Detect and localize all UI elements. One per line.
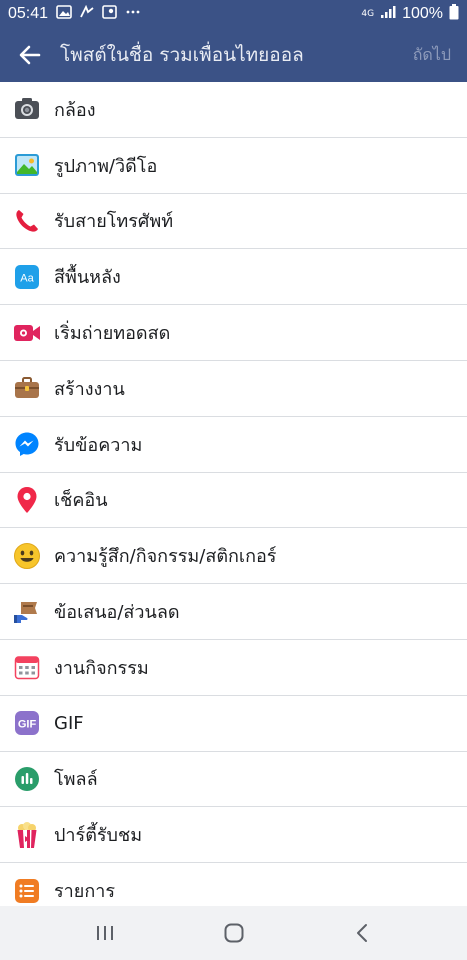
- system-back-button[interactable]: [333, 913, 393, 953]
- list-item-get-messages[interactable]: รับข้อความ: [0, 417, 467, 473]
- list-item-label: GIF: [54, 712, 84, 734]
- list-item-camera[interactable]: กล้อง: [0, 82, 467, 138]
- list-item-label: ข้อเสนอ/ส่วนลด: [54, 602, 180, 624]
- list-item-watch-party[interactable]: ปาร์ตี้รับชม: [0, 807, 467, 864]
- map-notification-icon: [102, 5, 118, 23]
- list-item-label: เช็คอิน: [54, 490, 108, 512]
- background-color-icon: Aa: [0, 264, 54, 290]
- list-item-label: ปาร์ตี้รับชม: [54, 825, 143, 847]
- chevron-left-icon: [356, 924, 367, 942]
- popcorn-icon: [0, 821, 54, 849]
- home-button[interactable]: [204, 913, 264, 953]
- list-item-gif[interactable]: GIF GIF: [0, 696, 467, 752]
- status-time: 05:41: [8, 5, 49, 22]
- network-type-label: 4G: [361, 9, 375, 19]
- calendar-icon: [0, 654, 54, 680]
- list-item-label: กล้อง: [54, 99, 96, 121]
- list-item-poll[interactable]: โพลล์: [0, 752, 467, 808]
- list-item-label: รายการ: [54, 881, 115, 903]
- offer-tag-icon: [0, 599, 54, 625]
- live-video-icon: [0, 322, 54, 344]
- next-button[interactable]: ถัดไป: [413, 43, 467, 68]
- list-item-background-color[interactable]: Aa สีพื้นหลัง: [0, 249, 467, 306]
- list-item-label: โพลล์: [54, 769, 98, 791]
- photo-icon: [0, 153, 54, 177]
- list-icon: [0, 878, 54, 904]
- post-options-list: กล้อง รูปภาพ/วิดีโอ รับสายโทรศัพท์ Aa สี…: [0, 82, 467, 906]
- battery-percent: 100%: [402, 5, 443, 22]
- list-item-label: รูปภาพ/วิดีโอ: [54, 155, 158, 177]
- back-button[interactable]: [0, 28, 60, 82]
- list-item-label: สร้างงาน: [54, 378, 125, 400]
- briefcase-icon: [0, 376, 54, 400]
- list-item-go-live[interactable]: เริ่มถ่ายทอดสด: [0, 305, 467, 361]
- list-item-create-job[interactable]: สร้างงาน: [0, 361, 467, 417]
- app-header: โพสต์ในชื่อ รวมเพื่อนไทยออล ถัดไป: [0, 28, 467, 82]
- poll-icon: [0, 766, 54, 792]
- back-arrow-icon: [19, 45, 41, 65]
- signal-icon: [380, 5, 396, 23]
- svg-text:Aa: Aa: [20, 272, 34, 284]
- phone-icon: [0, 208, 54, 234]
- list-item-label: เริ่มถ่ายทอดสด: [54, 323, 171, 345]
- gallery-notification-icon: [56, 5, 72, 23]
- location-pin-icon: [0, 486, 54, 514]
- list-item-label: งานกิจกรรม: [54, 657, 149, 679]
- recent-apps-button[interactable]: [75, 913, 135, 953]
- list-item-event[interactable]: งานกิจกรรม: [0, 640, 467, 696]
- more-notifications-icon: [125, 5, 141, 23]
- list-item-label: รับข้อความ: [54, 434, 143, 456]
- list-item-label: รับสายโทรศัพท์: [54, 211, 174, 233]
- app-notification-icon: [79, 4, 95, 23]
- gif-icon: GIF: [0, 710, 54, 736]
- list-item-feeling-activity[interactable]: ความรู้สึก/กิจกรรม/สติกเกอร์: [0, 528, 467, 585]
- system-nav-bar: [0, 906, 467, 960]
- list-item-label: ความรู้สึก/กิจกรรม/สติกเกอร์: [54, 546, 277, 568]
- messenger-icon: [0, 431, 54, 457]
- camera-icon: [0, 97, 54, 121]
- page-title: โพสต์ในชื่อ รวมเพื่อนไทยออล: [60, 44, 304, 66]
- battery-icon: [449, 4, 459, 24]
- list-item-list[interactable]: รายการ: [0, 863, 467, 906]
- list-item-photo-video[interactable]: รูปภาพ/วิดีโอ: [0, 138, 467, 194]
- list-item-offer[interactable]: ข้อเสนอ/ส่วนลด: [0, 584, 467, 640]
- recent-apps-icon: [96, 926, 113, 940]
- list-item-phone-call[interactable]: รับสายโทรศัพท์: [0, 194, 467, 250]
- svg-text:GIF: GIF: [18, 719, 37, 731]
- smiley-icon: [0, 542, 54, 570]
- list-item-label: สีพื้นหลัง: [54, 267, 121, 289]
- status-bar: 05:41 4G 100%: [0, 0, 467, 28]
- list-item-check-in[interactable]: เช็คอิน: [0, 473, 467, 529]
- home-icon: [224, 923, 243, 943]
